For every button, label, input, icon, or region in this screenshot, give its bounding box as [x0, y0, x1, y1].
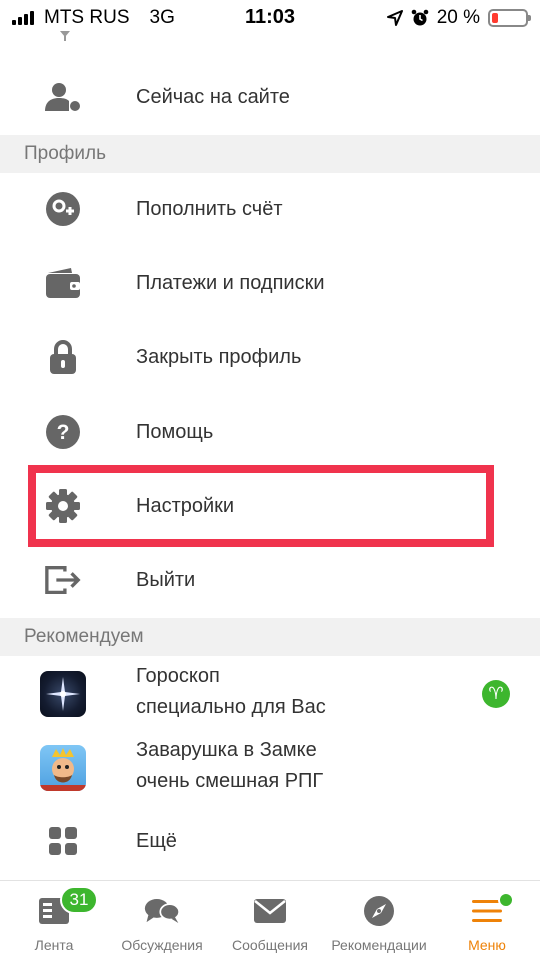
menu-item-top-up[interactable]: Пополнить счёт [0, 172, 540, 246]
tab-label: Меню [468, 937, 506, 953]
menu-item-label: Закрыть профиль [136, 345, 302, 368]
aries-sign-icon: ♈ [482, 680, 510, 708]
tab-menu[interactable]: Меню [446, 881, 528, 960]
app-title: Заварушка в Замке [136, 739, 317, 761]
compass-icon [361, 895, 397, 927]
menu-notification-dot [498, 892, 514, 908]
menu-item-label: Помощь [136, 420, 214, 443]
status-bar: MTS RUS 3G 11:03 20 % [0, 0, 540, 36]
section-header-recommend: Рекомендуем [0, 618, 540, 656]
envelope-icon [252, 895, 288, 927]
app-title: Гороскоп [136, 665, 220, 687]
help-icon: ? [44, 413, 82, 451]
lock-icon [44, 338, 82, 376]
svg-text:?: ? [57, 421, 70, 444]
tab-label: Обсуждения [121, 937, 203, 953]
settings-highlight-frame [28, 465, 494, 547]
battery-percent: 20 % [436, 7, 480, 28]
tab-label: Сообщения [232, 937, 308, 953]
menu-item-label: Ещё [136, 829, 177, 852]
coin-plus-icon [44, 190, 82, 228]
feed-counter-badge: 31 [60, 886, 98, 914]
tab-label: Рекомендации [331, 937, 427, 953]
logout-icon [44, 561, 82, 599]
menu-item-label: Выйти [136, 568, 196, 591]
app-subtitle: очень смешная РПГ [136, 770, 324, 792]
menu-item-more[interactable]: Ещё [0, 804, 540, 878]
menu-item-label: Сейчас на сайте [136, 85, 290, 108]
menu-item-close-profile[interactable]: Закрыть профиль [0, 320, 540, 394]
menu-item-online[interactable]: Сейчас на сайте [0, 60, 540, 134]
status-right: 20 % [386, 7, 531, 29]
bottom-tab-bar: Лента 31 Обсуждения Сообщения Рекомендац… [0, 880, 540, 960]
menu-item-label: Пополнить счёт [136, 197, 283, 220]
location-arrow-icon [386, 10, 403, 26]
tab-discussions[interactable]: Обсуждения [110, 881, 214, 960]
menu-item-label: Платежи и подписки [136, 271, 325, 294]
tab-messages[interactable]: Сообщения [222, 881, 318, 960]
battery-icon [488, 9, 531, 27]
discussions-icon [144, 895, 180, 927]
battery-fill [492, 13, 499, 23]
horoscope-thumbnail [40, 671, 86, 717]
tab-label: Лента [34, 937, 74, 953]
menu-item-help[interactable]: ? Помощь [0, 395, 540, 469]
menu-item-payments[interactable]: Платежи и подписки [0, 246, 540, 320]
menu-item-logout[interactable]: Выйти [0, 543, 540, 617]
app-subtitle: специально для Вас [136, 696, 326, 718]
castle-game-thumbnail [40, 745, 86, 791]
wallet-icon [44, 264, 82, 302]
alarm-icon [411, 9, 428, 26]
section-header-profile: Профиль [0, 135, 540, 173]
scrolled-icon-fragment [58, 30, 72, 41]
app-item-horoscope[interactable]: Гороскоп специально для Вас ♈ [0, 658, 540, 732]
app-item-castle-game[interactable]: Заварушка в Замке очень смешная РПГ [0, 732, 540, 806]
tab-recommendations[interactable]: Рекомендации [322, 881, 436, 960]
users-online-icon [44, 78, 82, 116]
apps-grid-icon [44, 822, 82, 860]
